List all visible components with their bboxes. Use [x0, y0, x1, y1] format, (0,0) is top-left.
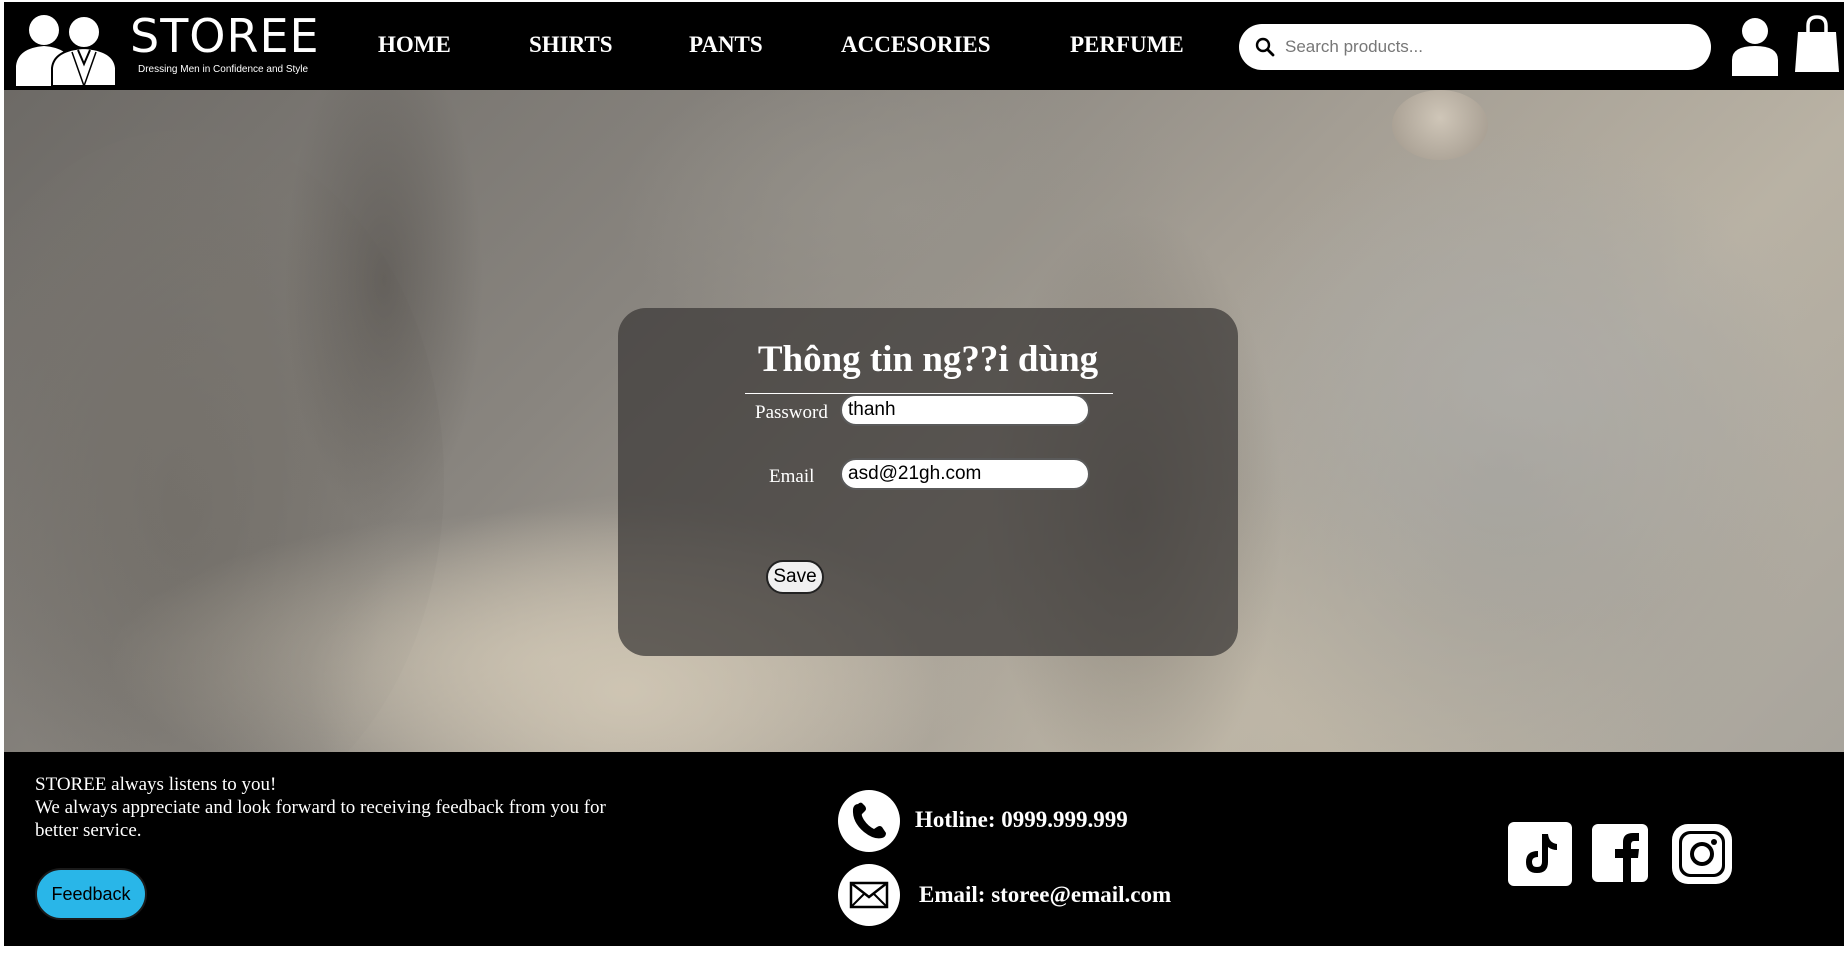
shopping-bag-icon[interactable]	[1794, 14, 1840, 74]
nav-shirts[interactable]: SHIRTS	[529, 32, 613, 58]
logo-people-icon	[16, 15, 117, 86]
hero-background: Thông tin ng??i dùng Password Email Save	[4, 90, 1844, 752]
facebook-icon[interactable]	[1592, 824, 1648, 882]
feedback-button[interactable]: Feedback	[35, 868, 147, 920]
nav-perfume[interactable]: PERFUME	[1070, 32, 1184, 58]
user-icon[interactable]	[1730, 16, 1780, 76]
page: STOREE Dressing Men in Confidence and St…	[0, 0, 1848, 953]
envelope-icon	[849, 881, 889, 909]
nav-pants[interactable]: PANTS	[689, 32, 763, 58]
hotline-text: Hotline: 0999.999.999	[915, 807, 1128, 832]
instagram-icon[interactable]	[1670, 822, 1734, 886]
password-field[interactable]	[840, 394, 1090, 426]
brand-name: STOREE	[130, 9, 320, 63]
brand-logo[interactable]: STOREE Dressing Men in Confidence and St…	[12, 6, 319, 86]
nav-home[interactable]: HOME	[378, 32, 451, 58]
tiktok-icon[interactable]	[1508, 822, 1572, 886]
phone-icon	[852, 802, 886, 839]
bottom-edge	[0, 946, 1848, 953]
top-header: STOREE Dressing Men in Confidence and St…	[4, 2, 1844, 90]
password-label: Password	[755, 402, 828, 423]
email-label: Email	[769, 466, 815, 487]
footer-message: STOREE always listens to you! We always …	[35, 773, 635, 842]
site-footer: STOREE always listens to you! We always …	[4, 752, 1844, 946]
user-info-panel: Thông tin ng??i dùng Password Email Save	[618, 308, 1238, 656]
garment-button	[1392, 90, 1488, 160]
save-button[interactable]: Save	[766, 560, 824, 594]
phone-icon-wrap	[838, 790, 900, 852]
right-edge	[1844, 0, 1848, 953]
footer-line-1: STOREE always listens to you!	[35, 774, 277, 795]
nav-accesories[interactable]: ACCESORIES	[841, 32, 991, 58]
email-field[interactable]	[840, 458, 1090, 490]
search-input[interactable]	[1283, 31, 1697, 63]
fabric-fold	[1204, 130, 1844, 630]
left-edge	[0, 0, 4, 953]
panel-title: Thông tin ng??i dùng	[757, 339, 1099, 380]
envelope-icon-wrap	[838, 864, 900, 926]
search-icon[interactable]	[1255, 37, 1275, 57]
email-text: Email: storee@email.com	[919, 882, 1172, 907]
search-bar	[1239, 24, 1711, 70]
footer-line-2: We always appreciate and look forward to…	[35, 797, 606, 841]
brand-tagline: Dressing Men in Confidence and Style	[138, 64, 309, 75]
